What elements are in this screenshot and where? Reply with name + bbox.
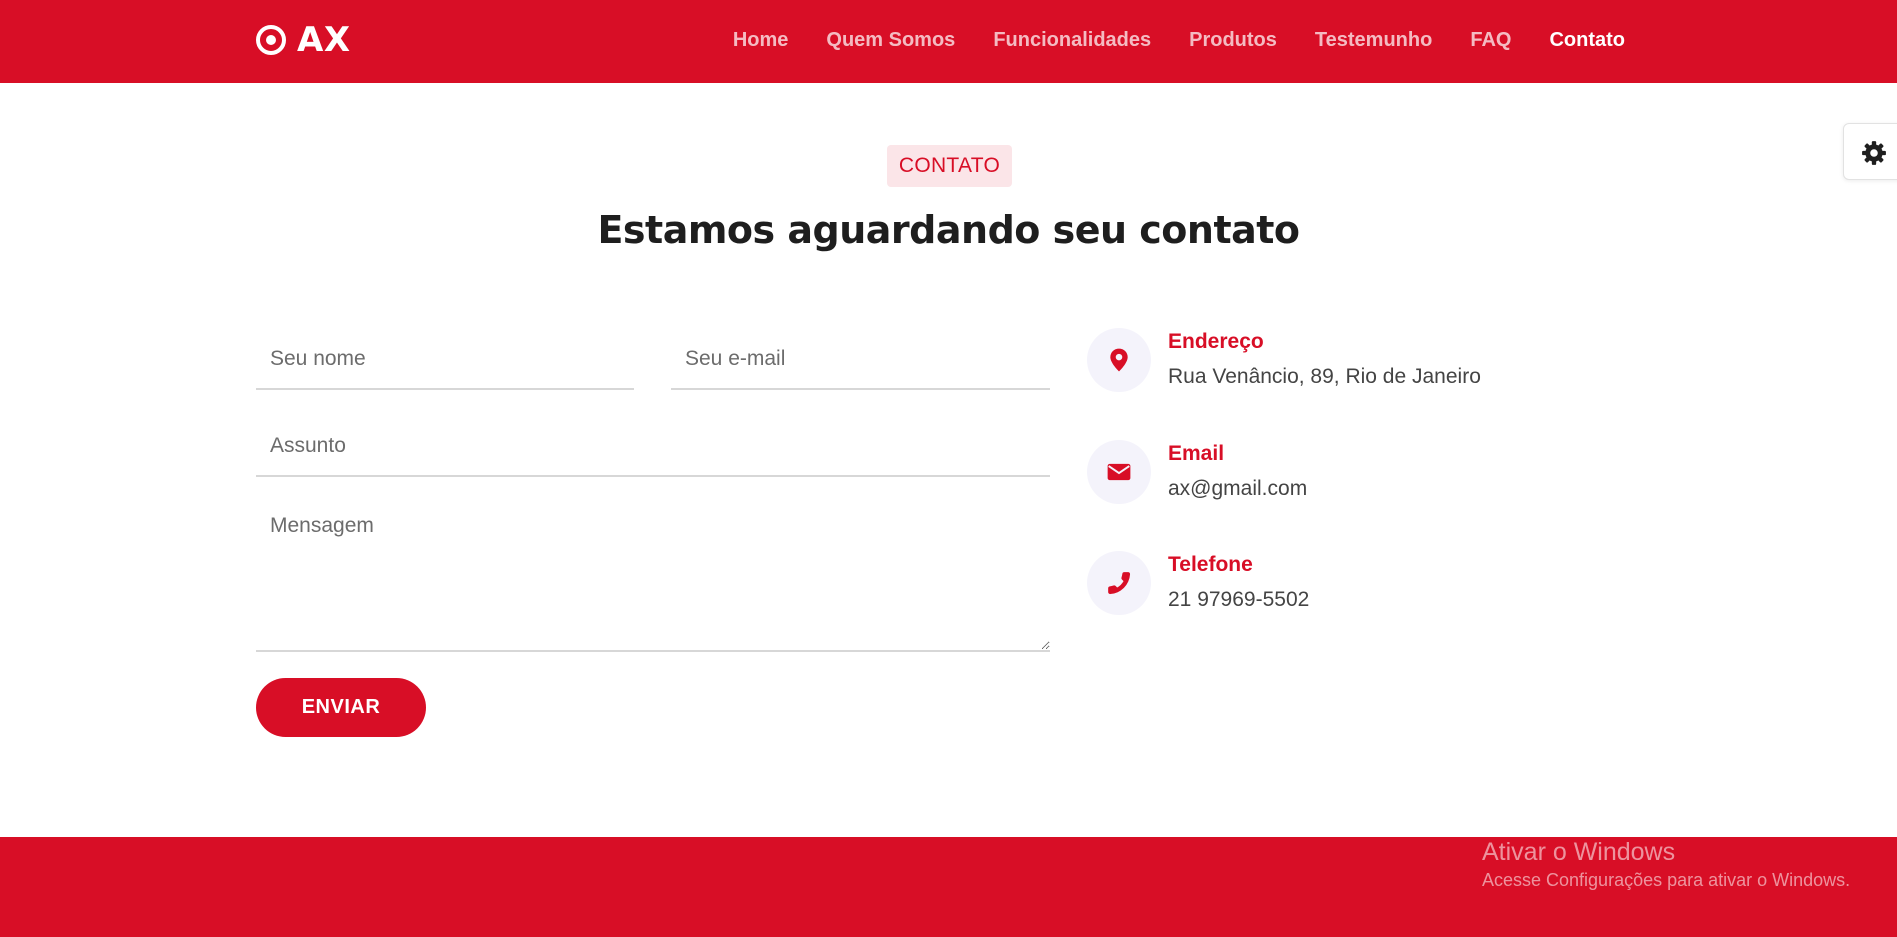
email-input[interactable] [671,330,1050,390]
envelope-icon [1107,463,1131,481]
contact-info-address: Endereço Rua Venâncio, 89, Rio de Janeir… [1087,328,1587,398]
phone-icon-circle [1087,551,1151,615]
phone-text: 21 97969-5502 [1168,588,1310,611]
section-badge: CONTATO [887,145,1012,187]
send-button[interactable]: ENVIAR [256,678,426,737]
address-icon-circle [1087,328,1151,392]
nav-item-funcionalidades[interactable]: Funcionalidades [993,27,1151,53]
message-textarea[interactable] [256,510,1050,652]
email-text: ax@gmail.com [1168,477,1308,500]
contact-info-phone: Telefone 21 97969-5502 [1087,551,1587,621]
subject-input[interactable] [256,417,1050,477]
windows-watermark-subtitle: Acesse Configurações para ativar o Windo… [1482,870,1851,890]
logo[interactable]: AX [255,18,351,62]
nav-item-contato[interactable]: Contato [1549,27,1625,53]
nav-item-testemunho[interactable]: Testemunho [1315,27,1432,53]
windows-watermark-title: Ativar o Windows [1482,838,1676,866]
phone-icon [1108,572,1131,595]
nav-item-produtos[interactable]: Produtos [1189,27,1277,53]
map-pin-icon [1110,348,1128,372]
target-icon [256,25,286,55]
nav-item-home[interactable]: Home [733,27,789,53]
main-nav: Home Quem Somos Funcionalidades Produtos… [733,27,1625,53]
site-header: AX Home Quem Somos Funcionalidades Produ… [0,0,1897,83]
email-title: Email [1168,442,1225,465]
phone-title: Telefone [1168,553,1253,576]
logo-text: AX [297,20,351,60]
section-title: Estamos aguardando seu contato [597,208,1300,252]
settings-button[interactable] [1843,123,1897,180]
address-text: Rua Venâncio, 89, Rio de Janeiro [1168,365,1481,388]
contact-info-email: Email ax@gmail.com [1087,440,1587,510]
nav-item-faq[interactable]: FAQ [1470,27,1511,53]
nav-item-quem-somos[interactable]: Quem Somos [826,27,955,53]
name-input[interactable] [256,330,634,390]
gear-icon [1862,141,1886,165]
email-icon-circle [1087,440,1151,504]
address-title: Endereço [1168,330,1264,353]
